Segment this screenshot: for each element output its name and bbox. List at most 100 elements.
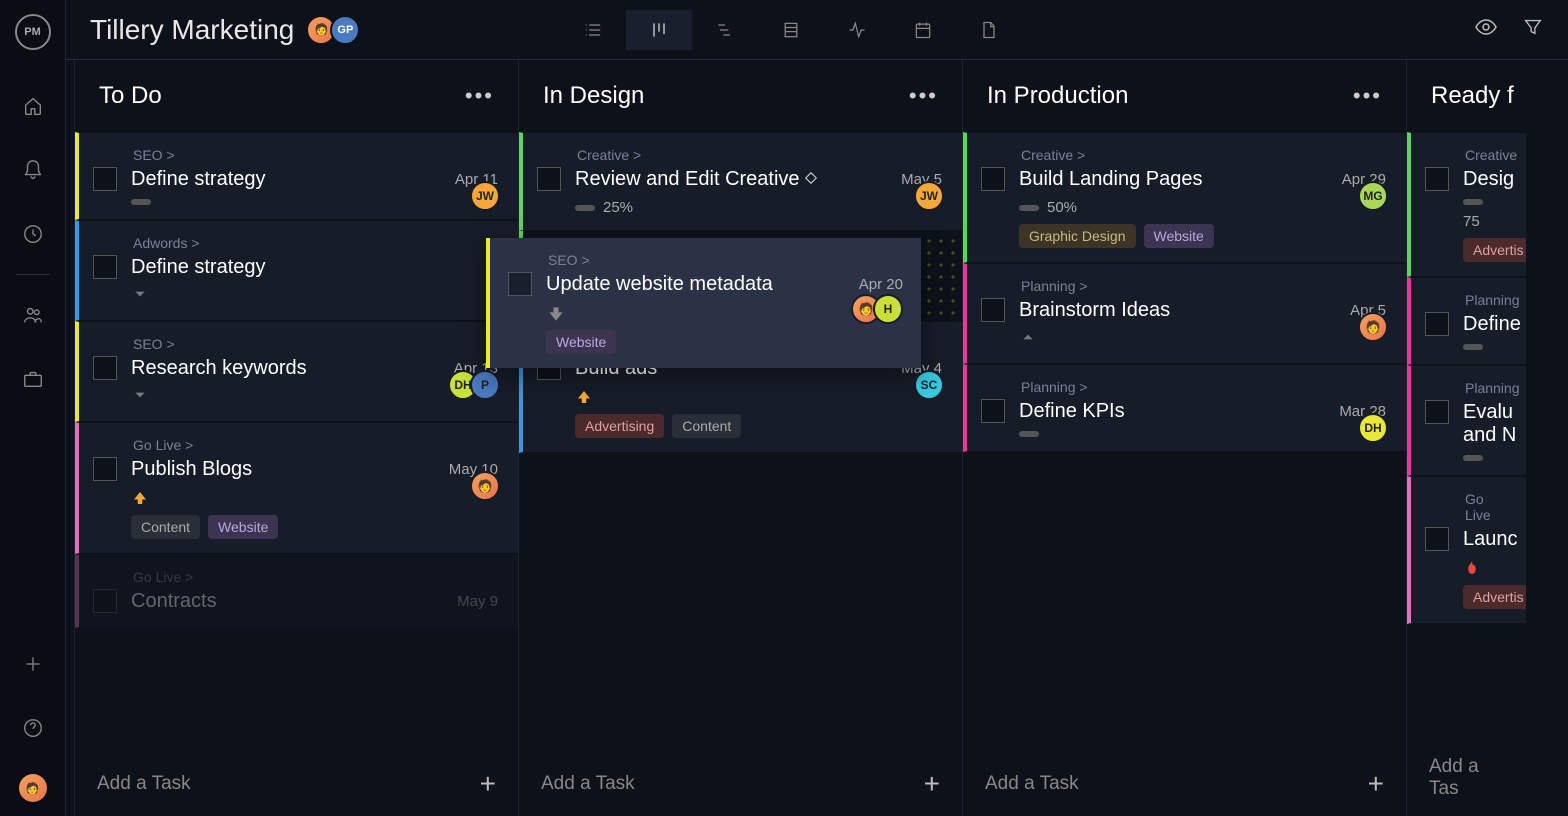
add-icon[interactable] [13,644,53,684]
task-checkbox[interactable] [93,167,117,191]
avatar[interactable]: P [470,370,500,400]
task-card[interactable]: PlanningEvaluand N [1407,365,1526,476]
view-files-icon[interactable] [956,10,1022,50]
task-checkbox[interactable] [93,589,117,613]
card-category[interactable]: Planning > [981,379,1386,395]
task-card[interactable]: Go LiveLauncAdvertis [1407,476,1526,624]
help-icon[interactable] [13,708,53,748]
view-list-icon[interactable] [560,10,626,50]
view-sheet-icon[interactable] [758,10,824,50]
task-checkbox[interactable] [981,399,1005,423]
card-category[interactable]: Planning > [981,278,1386,294]
tag[interactable]: Advertis [1463,585,1526,609]
card-category[interactable]: Planning [1425,292,1506,308]
tag[interactable]: Advertis [1463,238,1526,262]
chevron-down-icon[interactable] [131,388,149,407]
avatar[interactable]: SC [914,370,944,400]
chevron-down-icon[interactable] [131,287,149,306]
dragging-task-card[interactable]: SEO >Update website metadataApr 20Websit… [486,238,921,368]
recent-icon[interactable] [13,214,53,254]
add-task-button[interactable]: Add a Task+ [75,752,518,816]
card-category[interactable]: SEO > [93,336,498,352]
tag[interactable]: Content [131,515,200,539]
card-title: Evalu [1463,401,1513,424]
task-card[interactable]: Go Live >Publish BlogsMay 10ContentWebsi… [75,422,518,554]
tag[interactable]: Advertising [575,414,664,438]
home-icon[interactable] [13,86,53,126]
task-checkbox[interactable] [93,356,117,380]
add-task-label: Add a Tas [1429,756,1504,800]
card-category[interactable]: Creative > [537,147,942,163]
task-card[interactable]: SEO >Define strategyApr 11JW [75,132,518,220]
column-menu-icon[interactable]: ••• [465,83,494,109]
filter-icon[interactable] [1522,16,1544,43]
user-avatar[interactable]: 🧑 [19,774,47,802]
task-checkbox[interactable] [981,298,1005,322]
view-calendar-icon[interactable] [890,10,956,50]
column-menu-icon[interactable]: ••• [1353,83,1382,109]
portfolio-icon[interactable] [13,359,53,399]
tag[interactable]: Website [208,515,278,539]
card-category[interactable]: Planning [1425,380,1506,396]
progress-bar [131,199,151,205]
view-activity-icon[interactable] [824,10,890,50]
card-title: Publish Blogs [131,458,439,481]
card-category[interactable]: Go Live > [93,437,498,453]
avatar[interactable]: JW [470,181,500,211]
task-card[interactable]: Adwords > Define strategy [75,220,518,321]
visibility-icon[interactable] [1474,15,1498,44]
app-logo[interactable]: PM [15,14,51,50]
header-avatars[interactable]: 🧑 GP [312,15,360,45]
task-checkbox[interactable] [537,167,561,191]
task-card[interactable]: Planning >Brainstorm IdeasApr 5🧑 [963,263,1406,364]
column-menu-icon[interactable]: ••• [909,83,938,109]
task-card[interactable]: Creative >Build Landing PagesApr 2950%Gr… [963,132,1406,263]
task-checkbox[interactable] [93,457,117,481]
avatar[interactable]: H [873,294,903,324]
task-checkbox[interactable] [1425,312,1449,336]
progress-pct: 25% [603,199,633,216]
task-checkbox[interactable] [1425,400,1449,424]
tag[interactable]: Website [1144,224,1214,248]
avatar[interactable]: MG [1358,181,1388,211]
tag[interactable]: Content [672,414,741,438]
task-card[interactable]: SEO >Research keywordsApr 13DHP [75,321,518,422]
tag[interactable]: Graphic Design [1019,224,1136,248]
card-category[interactable]: Go Live [1425,491,1506,523]
plus-icon: + [924,768,940,800]
task-checkbox[interactable] [93,255,117,279]
avatar[interactable]: 🧑 [1358,312,1388,342]
tag[interactable]: Website [546,330,616,354]
team-icon[interactable] [13,295,53,335]
task-card[interactable]: Creative >Review and Edit CreativeMay 52… [519,132,962,231]
card-category[interactable]: Adwords > [93,235,498,251]
task-card[interactable]: Planning >Define KPIsMar 28DH [963,364,1406,452]
task-checkbox[interactable] [508,272,532,296]
avatar[interactable]: 🧑 [470,471,500,501]
avatar[interactable]: DH [1358,413,1388,443]
add-task-button[interactable]: Add a Task+ [519,752,962,816]
card-category[interactable]: Creative [1425,147,1506,163]
column-title: In Production [987,82,1128,110]
card-category[interactable]: Creative > [981,147,1386,163]
card-category[interactable]: SEO > [93,147,498,163]
up-orange-priority-icon [131,489,149,507]
task-checkbox[interactable] [1425,527,1449,551]
add-task-button[interactable]: Add a Task+ [963,752,1406,816]
progress-bar [575,205,595,211]
card-category[interactable]: Go Live > [93,569,498,585]
avatar[interactable]: GP [330,15,360,45]
view-gantt-icon[interactable] [692,10,758,50]
chevron-up-icon[interactable] [1019,330,1037,349]
task-checkbox[interactable] [1425,167,1449,191]
avatar[interactable]: JW [914,181,944,211]
add-task-button[interactable]: Add a Tas [1407,740,1526,816]
task-card[interactable]: Go Live >ContractsMay 9 [75,554,518,628]
task-card[interactable]: CreativeDesig75Advertis [1407,132,1526,277]
notifications-icon[interactable] [13,150,53,190]
task-card[interactable]: PlanningDefine [1407,277,1526,365]
card-title: Define strategy [131,256,498,279]
task-checkbox[interactable] [981,167,1005,191]
board-column: In Design•••Creative >Review and Edit Cr… [518,60,962,816]
view-board-icon[interactable] [626,10,692,50]
